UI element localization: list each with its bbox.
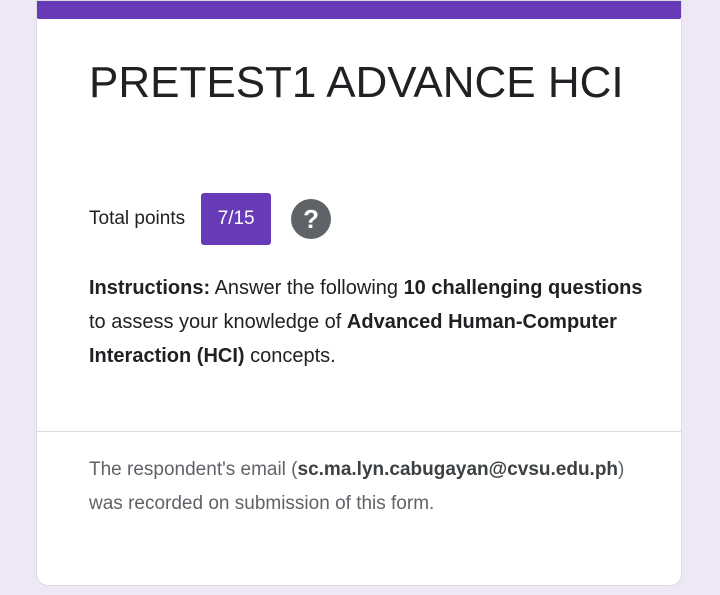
form-header-card: PRETEST1 ADVANCE HCI Total points 7/15 ?… [36,0,682,586]
section-divider [37,431,681,432]
instructions-text-1: Answer the following [210,277,404,299]
help-circle-icon[interactable]: ? [291,199,332,239]
respondent-email: sc.ma.lyn.cabugayan@cvsu.edu.ph [297,459,619,480]
form-title: PRETEST1 ADVANCE HCI [89,58,624,107]
form-page: PRETEST1 ADVANCE HCI Total points 7/15 ?… [0,0,720,595]
total-points-row: Total points 7/15 ? [89,193,332,245]
instructions-prefix: Instructions: [89,277,211,299]
form-header: PRETEST1 ADVANCE HCI Total points 7/15 ?… [37,19,681,431]
respondent-email-note: The respondent's email (sc.ma.lyn.cabuga… [89,453,649,521]
instructions-text-2: to assess your knowledge of [89,311,347,333]
total-points-label: Total points [89,208,186,229]
card-accent-bar [37,1,681,19]
form-instructions: Instructions: Answer the following 10 ch… [89,271,649,373]
email-note-prefix: The respondent's email ( [89,459,298,480]
instructions-text-3: concepts. [244,345,336,367]
instructions-bold-question-count: 10 challenging questions [403,277,643,299]
score-badge: 7/15 [201,193,272,245]
